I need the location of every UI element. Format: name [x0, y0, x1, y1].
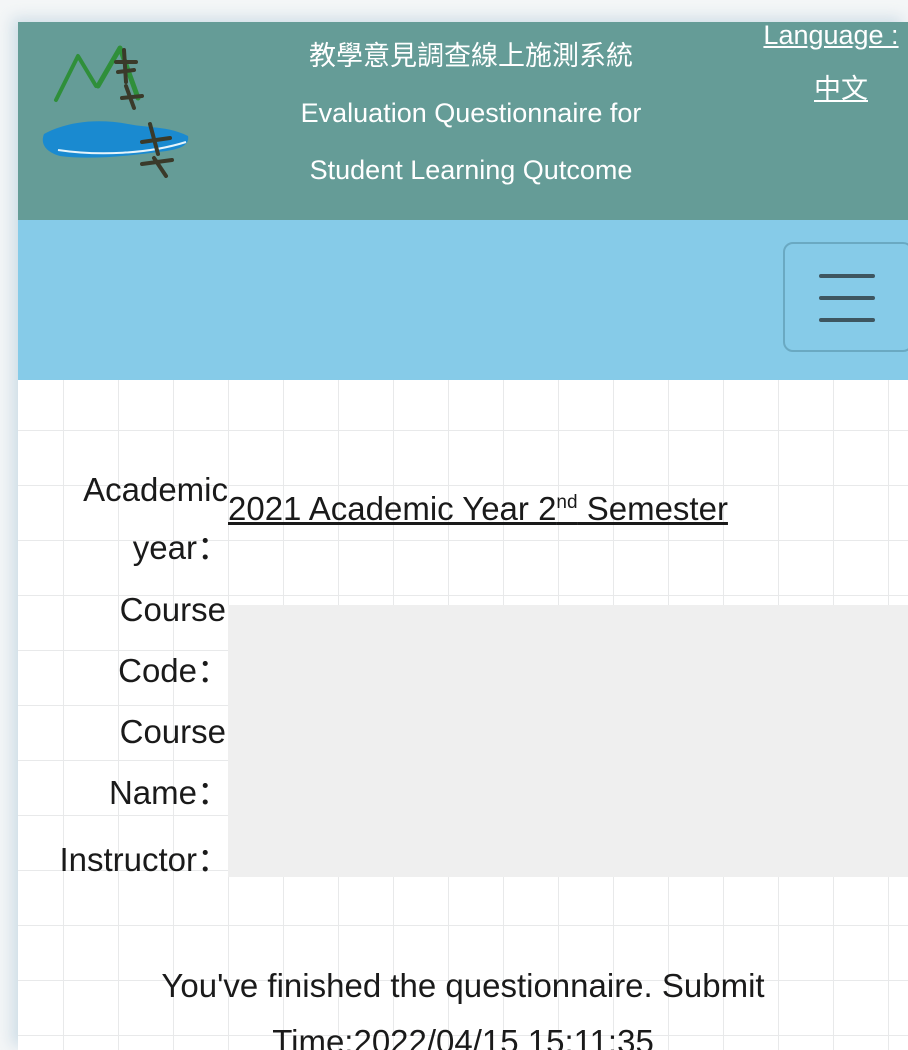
system-title-en-line1: Evaluation Questionnaire for — [300, 98, 642, 128]
academic-year-value-sup: nd — [556, 492, 578, 513]
course-code-label-line2: Code： — [118, 652, 230, 689]
academic-year-value: 2021 Academic Year 2nd Semester — [228, 490, 728, 528]
system-title-zh: 教學意見調查線上施測系統 — [309, 41, 633, 71]
header-bar: 教學意見調查線上施測系統 Evaluation Questionnaire fo… — [18, 22, 908, 220]
language-chinese-link[interactable]: 中文 — [814, 62, 908, 116]
academic-year-value-main: 2021 Academic Year 2 — [228, 490, 557, 527]
language-label-link[interactable]: Language : — [754, 22, 908, 62]
university-logo-icon — [42, 45, 189, 178]
hamburger-menu-icon-bar-2 — [819, 296, 875, 300]
course-name-label-line2: Name： — [108, 774, 230, 811]
academic-year-label-line1: Academic — [83, 471, 228, 508]
hamburger-menu-button[interactable] — [783, 242, 908, 352]
main-content: Academic year： 2021 Academic Year 2nd Se… — [18, 380, 908, 1050]
hamburger-menu-icon-bar-3 — [819, 318, 875, 322]
page-frame: 教學意見調查線上施測系統 Evaluation Questionnaire fo… — [18, 22, 908, 1050]
academic-year-value-semester: Semester — [577, 490, 728, 527]
redacted-course-details — [228, 605, 908, 877]
submit-time: Time:2022/04/15 15:11:35 — [272, 1023, 654, 1050]
system-title: 教學意見調查線上施測系統 Evaluation Questionnaire fo… — [256, 28, 686, 199]
completion-message: You've finished the questionnaire. Submi… — [18, 958, 908, 1050]
nav-bar — [18, 220, 908, 380]
completion-message-line1: You've finished the questionnaire. Submi… — [161, 967, 765, 1004]
hamburger-menu-icon — [819, 274, 875, 278]
academic-year-label-line2: year： — [132, 529, 230, 566]
language-switcher: Language : 中文 — [744, 22, 908, 116]
course-code-label-line1: Course — [119, 591, 226, 628]
system-title-en-line2: Student Learning Qutcome — [309, 155, 633, 185]
instructor-label: Instructor： — [59, 841, 230, 878]
course-name-label-line1: Course — [119, 713, 226, 750]
